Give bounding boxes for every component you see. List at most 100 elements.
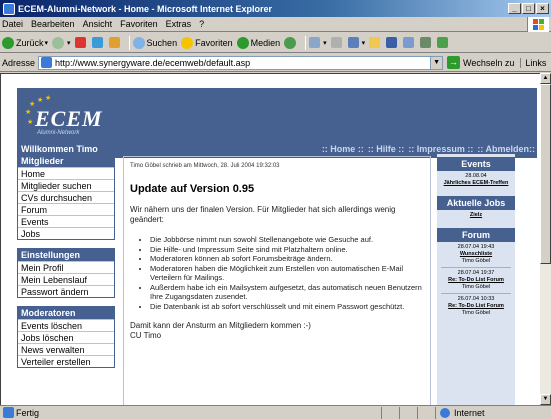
document-icon <box>386 37 398 48</box>
edit-icon <box>347 37 359 48</box>
sidebar-item-home[interactable]: Home <box>18 167 114 179</box>
media-label: Medien <box>250 37 281 48</box>
nav-home[interactable]: :: Home :: <box>322 144 364 154</box>
list-item: Die Hilfe- und Impressum Seite sind mit … <box>150 245 424 255</box>
sidebar-item-forum[interactable]: Forum <box>18 203 114 215</box>
back-label: Zurück <box>16 37 44 48</box>
right-column: Events 28.08.04 Jährliches ECEM-Treffen … <box>437 154 515 405</box>
links-button[interactable]: Links <box>520 57 546 68</box>
print-icon <box>330 37 342 48</box>
scroll-thumb[interactable] <box>540 84 551 264</box>
go-arrow-icon: → <box>447 56 461 69</box>
forum-post-author: Timo Göbel <box>461 284 491 290</box>
sidebar-item-mitglieder-suchen[interactable]: Mitglieder suchen <box>18 179 114 191</box>
sidebar-item-cvs-durchsuchen[interactable]: CVs durchsuchen <box>18 191 114 203</box>
page-status-icon <box>3 407 14 418</box>
print-button[interactable] <box>330 37 344 48</box>
history-button[interactable] <box>284 36 298 49</box>
scroll-up-icon[interactable]: ▲ <box>540 73 551 84</box>
forum-post-author: Timo Göbel <box>461 258 491 264</box>
sidebar-item-events[interactable]: Events <box>18 215 114 227</box>
menu-help[interactable]: ? <box>199 19 204 29</box>
maximize-button[interactable]: □ <box>522 3 535 14</box>
sidebar-section-moderatoren: Moderatoren Events löschen Jobs löschen … <box>17 306 115 368</box>
back-button[interactable]: Zurück ▾ <box>2 36 48 49</box>
section-title: Einstellungen <box>18 249 114 261</box>
url-input[interactable]: http://www.synergyware.de/ecemweb/defaul… <box>38 55 444 70</box>
article-signature: CU Timo <box>130 331 162 340</box>
event-date: 28.08.04 <box>465 173 487 179</box>
sidebar-item-jobs[interactable]: Jobs <box>18 227 114 239</box>
people-button[interactable] <box>403 37 416 48</box>
sidebar-section-einstellungen: Einstellungen Mein Profil Mein Lebenslau… <box>17 248 115 298</box>
event-link[interactable]: Jährliches ECEM-Treffen <box>437 180 515 187</box>
favorites-label: Favoriten <box>195 37 233 48</box>
status-text: Fertig <box>16 407 40 418</box>
search-icon <box>132 36 145 49</box>
messenger-button[interactable] <box>437 37 450 48</box>
nav-help[interactable]: :: Hilfe :: <box>368 144 405 154</box>
nav-impressum[interactable]: :: Impressum :: <box>408 144 473 154</box>
forum-post-link[interactable]: Re: To-Do List Forum <box>437 303 515 310</box>
site-logo[interactable]: ★ ★ ★ ★ ★ ECEM Alumni-Network <box>23 94 109 140</box>
back-arrow-icon <box>2 36 14 49</box>
word-button[interactable] <box>386 37 399 48</box>
stop-icon <box>74 37 86 48</box>
sidebar-item-mein-profil[interactable]: Mein Profil <box>18 261 114 273</box>
sidebar-item-news-verwalten[interactable]: News verwalten <box>18 343 114 355</box>
logo-tagline: Alumni-Network <box>37 130 80 136</box>
forward-button[interactable]: ▾ <box>52 36 71 49</box>
list-item: Moderatoren haben die Möglichkeit zum Er… <box>150 264 424 283</box>
sidebar-item-jobs-loeschen[interactable]: Jobs löschen <box>18 331 114 343</box>
menu-bearbeiten[interactable]: Bearbeiten <box>31 19 75 29</box>
go-button[interactable]: → Wechseln zu <box>447 56 514 69</box>
page-icon <box>41 57 53 68</box>
forward-arrow-icon <box>52 36 65 49</box>
refresh-icon <box>91 37 103 48</box>
refresh-button[interactable] <box>91 37 105 48</box>
article-headline: Update auf Version 0.95 <box>130 183 255 195</box>
tools-button[interactable] <box>420 37 433 48</box>
mail-button[interactable]: ▾ <box>309 37 327 48</box>
zone-text: Internet <box>454 407 485 418</box>
media-button[interactable]: Medien <box>236 36 281 49</box>
forum-post-date: 28.07.04 19:43 <box>457 244 495 250</box>
forum-post-date: 26.07.04 10:33 <box>457 296 495 302</box>
folder-icon <box>369 37 381 48</box>
stop-button[interactable] <box>74 37 88 48</box>
close-button[interactable]: × <box>536 3 549 14</box>
menu-ansicht[interactable]: Ansicht <box>83 19 113 29</box>
mail-icon <box>309 37 321 48</box>
sidebar: Mitglieder Home Mitglieder suchen CVs du… <box>17 154 115 376</box>
forum-post-link[interactable]: Wunschliste <box>437 251 515 258</box>
welcome-text: Willkommen Timo <box>21 144 98 154</box>
sidebar-item-passwort-aendern[interactable]: Passwort ändern <box>18 285 114 297</box>
minimize-button[interactable]: _ <box>508 3 521 14</box>
logo-text: ECEM <box>35 106 103 131</box>
sidebar-item-verteiler-erstellen[interactable]: Verteiler erstellen <box>18 355 114 367</box>
list-item: Die Datenbank ist ab sofort verschlüssel… <box>150 302 424 312</box>
sidebar-item-mein-lebenslauf[interactable]: Mein Lebenslauf <box>18 273 114 285</box>
folder-button[interactable] <box>369 37 382 48</box>
home-button[interactable] <box>108 37 122 48</box>
security-zone: Internet <box>435 406 551 419</box>
scroll-down-icon[interactable]: ▼ <box>540 394 551 405</box>
search-label: Suchen <box>146 37 178 48</box>
page-viewport: ★ ★ ★ ★ ★ ECEM Alumni-Network Willkommen… <box>0 73 540 405</box>
edit-button[interactable]: ▾ <box>347 37 365 48</box>
job-link[interactable]: Zielz <box>437 212 515 219</box>
nav-logout[interactable]: :: Abmelden:: <box>477 144 535 154</box>
menu-datei[interactable]: Datei <box>2 19 23 29</box>
status-bar: Fertig Internet <box>0 405 551 419</box>
sidebar-item-events-loeschen[interactable]: Events löschen <box>18 319 114 331</box>
favorites-button[interactable]: Favoriten <box>181 36 233 49</box>
vertical-scrollbar[interactable]: ▲ ▼ <box>540 73 551 405</box>
menu-extras[interactable]: Extras <box>166 19 192 29</box>
header-nav: :: Home :: :: Hilfe :: :: Impressum :: :… <box>318 144 535 154</box>
forum-post-link[interactable]: Re: To-Do List Forum <box>437 277 515 284</box>
url-dropdown-icon[interactable]: ▼ <box>430 56 443 69</box>
menu-favoriten[interactable]: Favoriten <box>120 19 158 29</box>
search-button[interactable]: Suchen <box>132 36 178 49</box>
address-label: Adresse <box>2 57 36 68</box>
forum-post-author: Timo Göbel <box>461 310 491 316</box>
